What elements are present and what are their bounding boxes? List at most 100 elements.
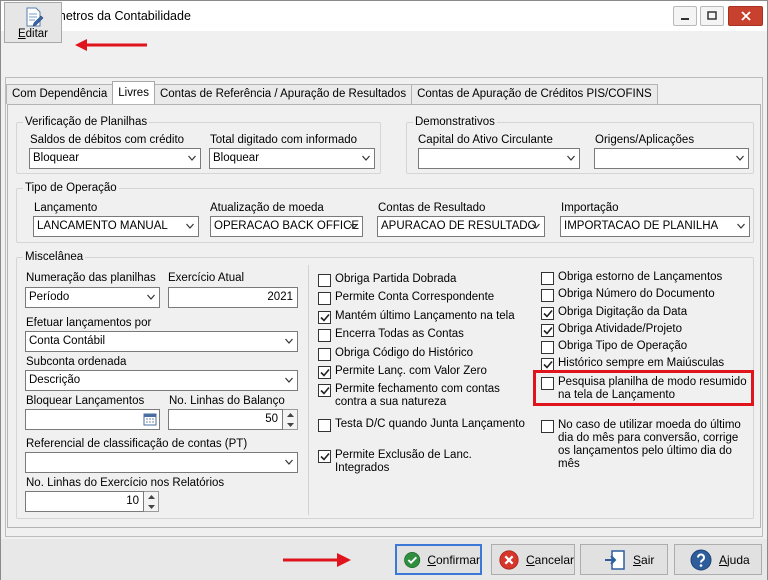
importacao-value: IMPORTACAO DE PLANILHA	[564, 220, 719, 232]
red-arrow-annotation	[283, 553, 351, 567]
checkbox-box[interactable]	[318, 329, 331, 342]
cancel-circle-icon	[499, 549, 519, 570]
miscelanea-legend: Miscelânea	[25, 251, 84, 263]
capital-select[interactable]	[418, 148, 580, 169]
subconta-value: Descrição	[29, 374, 81, 386]
tab-com-dependencia[interactable]: Com Dependência	[6, 84, 114, 104]
spin-down-icon[interactable]	[144, 502, 158, 512]
checkbox-label: Permite Conta Correspondente	[335, 291, 495, 303]
referencial-select[interactable]	[25, 452, 298, 473]
lancamento-value: LANCAMENTO MANUAL	[37, 220, 168, 232]
left-checkbox-6[interactable]: Permite fechamento com contas contra a s…	[318, 383, 528, 409]
numeracao-label: Numeração das planilhas	[26, 272, 156, 284]
right-checkbox-2[interactable]: Obriga Digitação da Data	[541, 306, 751, 320]
linhas-balanco-field[interactable]: 50	[168, 409, 283, 430]
saldos-value: Bloquear	[33, 152, 80, 164]
help-question-icon	[690, 549, 712, 570]
atualizacao-select[interactable]: OPERACAO BACK OFFICE	[210, 216, 363, 237]
cancelar-label: ancelar	[534, 552, 574, 567]
checkbox-box[interactable]	[541, 272, 554, 285]
ajuda-button[interactable]: Ajuda	[674, 544, 762, 575]
checkbox-box[interactable]	[541, 289, 554, 302]
left-checkbox-8[interactable]: Permite Exclusão de Lanc. Integrados	[318, 449, 528, 475]
checkbox-box[interactable]	[318, 292, 331, 305]
right-checkbox-1[interactable]: Obriga Número do Documento	[541, 288, 751, 302]
spin-up-icon[interactable]	[283, 410, 297, 420]
linhas-balanco-spinner[interactable]	[283, 409, 298, 430]
spin-up-icon[interactable]	[144, 492, 158, 502]
maximize-icon	[707, 11, 717, 20]
bloquear-date-field[interactable]	[25, 409, 160, 430]
checkbox-label: No caso de utilizar moeda do último dia …	[558, 419, 741, 470]
exercicio-label: Exercício Atual	[168, 272, 245, 284]
checkbox-box[interactable]	[318, 366, 331, 379]
total-value: Bloquear	[213, 152, 260, 164]
total-select[interactable]: Bloquear	[209, 148, 375, 169]
checkbox-box[interactable]	[318, 384, 331, 397]
checkbox-label: Histórico sempre em Maiúsculas	[558, 357, 725, 369]
spin-down-icon[interactable]	[283, 420, 297, 430]
left-checkbox-1[interactable]: Permite Conta Correspondente	[318, 291, 528, 305]
checkbox-box[interactable]	[541, 420, 554, 433]
cancelar-button[interactable]: Cancelar	[491, 544, 575, 575]
confirmar-button[interactable]: Confirmar	[395, 544, 482, 575]
checkbox-box[interactable]	[541, 341, 554, 354]
checkbox-label: Obriga Digitação da Data	[558, 306, 688, 318]
right-checkbox-3[interactable]: Obriga Atividade/Projeto	[541, 323, 751, 337]
saldos-select[interactable]: Bloquear	[29, 148, 201, 169]
left-checkbox-5[interactable]: Permite Lanç. com Valor Zero	[318, 365, 528, 379]
checkbox-box[interactable]	[541, 324, 554, 337]
checkbox-box[interactable]	[318, 274, 331, 287]
confirmar-label: onfirmar	[435, 552, 480, 567]
left-checkbox-7[interactable]: Testa D/C quando Junta Lançamento	[318, 418, 528, 432]
maximize-button[interactable]	[700, 6, 724, 26]
chevron-down-icon	[186, 223, 194, 229]
tab-contas-pis-cofins[interactable]: Contas de Apuração de Créditos PIS/COFIN…	[411, 84, 658, 104]
right-checkbox-4[interactable]: Obriga Tipo de Operação	[541, 340, 751, 354]
linhas-exercicio-spinner[interactable]	[144, 491, 159, 512]
contas-resultado-select[interactable]: APURACAO DE RESULTADO	[377, 216, 545, 237]
importacao-label: Importação	[561, 202, 619, 214]
checkbox-box[interactable]	[541, 307, 554, 320]
chevron-down-icon	[736, 155, 744, 161]
checkbox-box[interactable]	[318, 348, 331, 361]
edit-button[interactable]: Editar	[4, 2, 62, 43]
left-checkbox-4[interactable]: Obriga Código do Histórico	[318, 347, 528, 361]
checkbox-label: Obriga Partida Dobrada	[335, 273, 457, 285]
left-checkbox-2[interactable]: Mantém último Lançamento na tela	[318, 310, 528, 324]
checkmark-icon	[319, 368, 330, 377]
exercicio-field[interactable]: 2021	[168, 287, 298, 308]
left-checkbox-0[interactable]: Obriga Partida Dobrada	[318, 273, 528, 287]
numeracao-select[interactable]: Período	[25, 287, 160, 308]
lancamento-select[interactable]: LANCAMENTO MANUAL	[33, 216, 199, 237]
lancamento-label: Lançamento	[34, 202, 98, 214]
minimize-button[interactable]	[673, 6, 697, 26]
tab-contas-referencia[interactable]: Contas de Referência / Apuração de Resul…	[153, 84, 413, 104]
sair-button[interactable]: Sair	[580, 544, 668, 575]
checkbox-label: Obriga estorno de Lançamentos	[558, 271, 723, 283]
checkmark-icon	[319, 386, 330, 395]
tab-livres[interactable]: Livres	[112, 81, 155, 104]
left-checkbox-3[interactable]: Encerra Todas as Contas	[318, 328, 528, 342]
calendar-icon[interactable]	[143, 412, 157, 426]
right-checkbox-0[interactable]: Obriga estorno de Lançamentos	[541, 271, 751, 285]
close-button[interactable]	[728, 6, 763, 26]
checkmark-icon	[319, 313, 330, 322]
checkbox-box[interactable]	[318, 450, 331, 463]
checkbox-label: Permite Exclusão de Lanc. Integrados	[335, 449, 472, 474]
close-icon	[740, 11, 751, 21]
checkbox-box[interactable]	[318, 311, 331, 324]
bloquear-label: Bloquear Lançamentos	[26, 395, 145, 407]
chevron-down-icon	[567, 155, 575, 161]
chevron-down-icon	[532, 223, 540, 229]
origens-select[interactable]	[594, 148, 749, 169]
importacao-select[interactable]: IMPORTACAO DE PLANILHA	[560, 216, 750, 237]
efetuar-select[interactable]: Conta Contábil	[25, 331, 298, 352]
right-checkbox-7[interactable]: No caso de utilizar moeda do último dia …	[541, 419, 751, 471]
checkbox-box[interactable]	[318, 419, 331, 432]
checkbox-label: Permite fechamento com contas contra a s…	[335, 383, 500, 408]
linhas-exercicio-field[interactable]: 10	[25, 491, 144, 512]
subconta-select[interactable]: Descrição	[25, 370, 298, 391]
right-checkbox-5[interactable]: Histórico sempre em Maiúsculas	[541, 357, 751, 371]
chevron-down-icon	[285, 338, 293, 344]
